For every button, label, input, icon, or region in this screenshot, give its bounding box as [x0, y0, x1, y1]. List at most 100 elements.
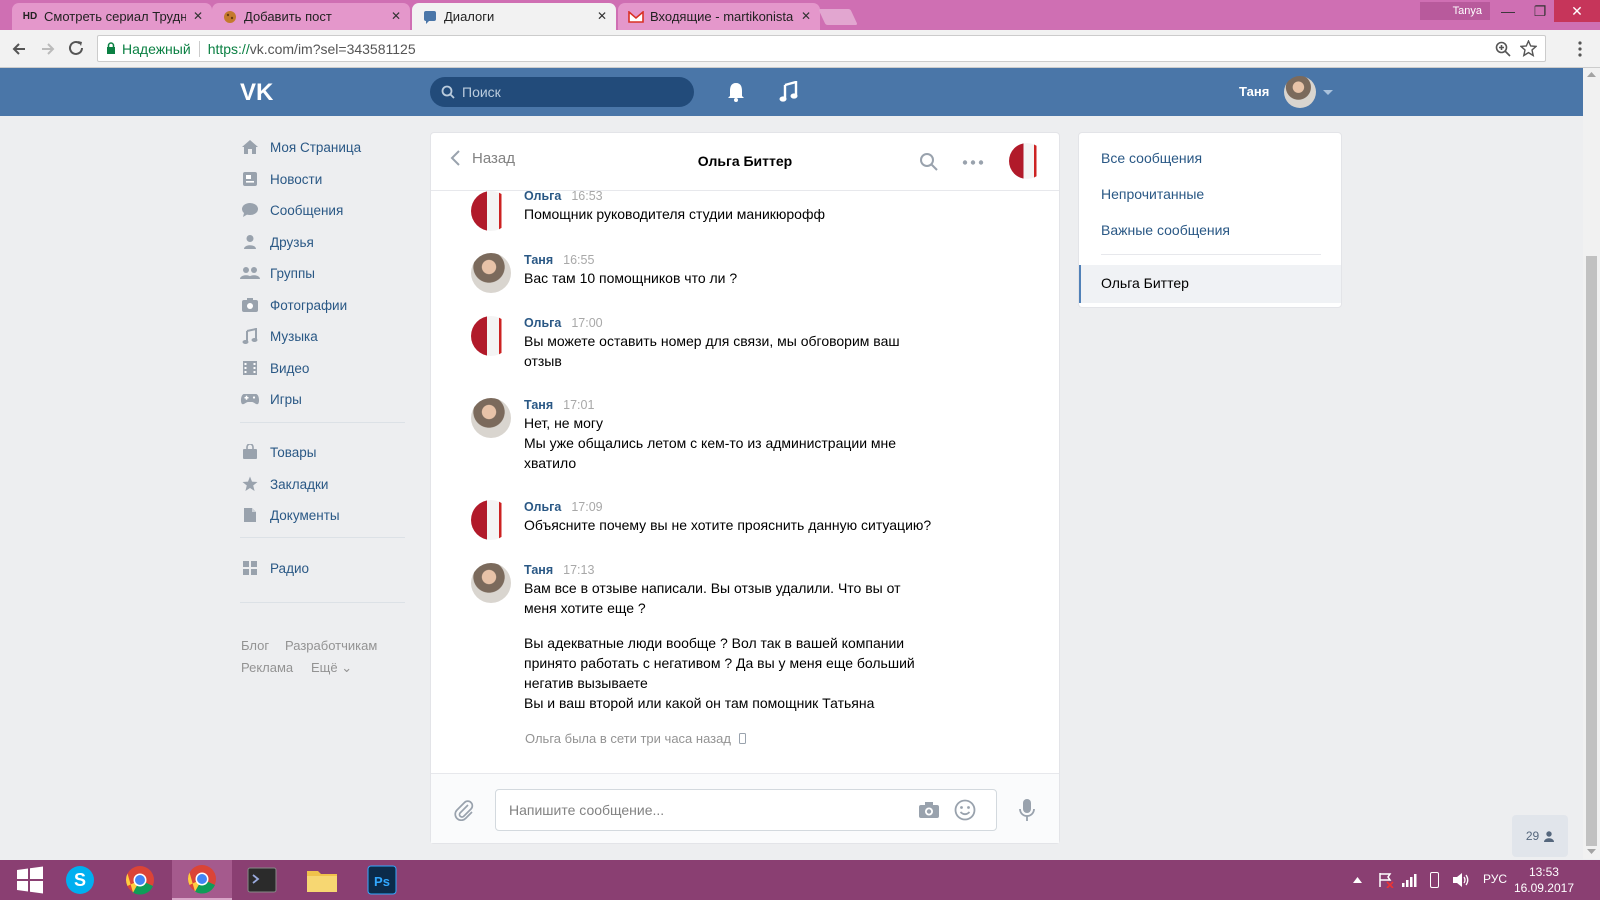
tray-expand-icon[interactable] — [1353, 877, 1362, 883]
chat-partner-avatar[interactable] — [1009, 143, 1045, 179]
message-author[interactable]: Таня — [524, 253, 553, 267]
message-avatar[interactable] — [471, 253, 511, 293]
close-window-button[interactable]: ✕ — [1554, 0, 1600, 22]
menu-item-messages[interactable]: Сообщения — [240, 196, 415, 224]
chrome-icon[interactable] — [110, 860, 170, 900]
device-phone-icon[interactable] — [1430, 872, 1439, 888]
back-arrow-icon[interactable] — [11, 41, 27, 57]
forward-arrow-icon[interactable] — [40, 41, 56, 57]
message-author[interactable]: Ольга — [524, 500, 561, 514]
message-time[interactable]: 17:09 — [571, 500, 602, 514]
input-language[interactable]: РУС — [1483, 872, 1507, 886]
message-avatar[interactable] — [471, 398, 511, 438]
header-avatar[interactable] — [1284, 76, 1316, 108]
maximize-button[interactable]: ❐ — [1524, 0, 1556, 22]
online-status: Ольга была в сети три часа назад — [525, 731, 746, 746]
footer-link-more[interactable]: Ещё ⌄ — [311, 660, 352, 676]
menu-item-photos[interactable]: Фотографии — [240, 291, 415, 319]
tab-add-post[interactable]: Добавить пост ✕ — [212, 3, 410, 30]
menu-item-friends[interactable]: Друзья — [240, 228, 415, 256]
online-friends-badge[interactable]: 29 — [1512, 815, 1568, 857]
tab-close-icon[interactable]: ✕ — [801, 9, 811, 23]
chevron-down-icon[interactable] — [1323, 90, 1333, 96]
photoshop-icon[interactable]: Ps — [352, 860, 412, 900]
skype-icon[interactable]: S — [50, 860, 110, 900]
menu-item-music[interactable]: Музыка — [240, 322, 415, 350]
active-dialog-item[interactable]: Ольга Биттер — [1079, 265, 1341, 303]
music-note-icon[interactable] — [779, 81, 799, 103]
zoom-icon[interactable] — [1495, 41, 1511, 57]
menu-item-label: Сообщения — [270, 202, 344, 218]
microphone-icon[interactable] — [1019, 798, 1035, 822]
message-time[interactable]: 17:01 — [563, 398, 594, 412]
tab-serial[interactable]: HD Смотреть сериал Трудн ✕ — [12, 3, 212, 30]
browser-menu-icon[interactable] — [1578, 41, 1582, 57]
network-signal-icon[interactable] — [1402, 873, 1418, 887]
header-user-name[interactable]: Таня — [1239, 84, 1269, 99]
message-author[interactable]: Таня — [524, 398, 553, 412]
footer-link-blog[interactable]: Блог — [241, 638, 269, 653]
volume-speaker-icon[interactable] — [1452, 872, 1470, 888]
message-author[interactable]: Таня — [524, 563, 553, 577]
tab-dialogs[interactable]: Диалоги ✕ — [412, 3, 616, 30]
filter-important[interactable]: Важные сообщения — [1101, 222, 1230, 238]
message-time[interactable]: 16:53 — [571, 189, 602, 203]
more-dots-icon[interactable] — [962, 160, 984, 165]
message-time[interactable]: 17:13 — [563, 563, 594, 577]
browser-profile-chip[interactable]: Tanya — [1420, 2, 1490, 20]
back-button[interactable]: Назад — [449, 149, 515, 167]
tab-close-icon[interactable]: ✕ — [391, 9, 401, 23]
message-avatar[interactable] — [471, 316, 511, 356]
chrome-active-icon[interactable] — [172, 860, 232, 900]
vk-logo-icon[interactable]: VK — [240, 80, 278, 102]
scrollbar-thumb[interactable] — [1586, 256, 1597, 846]
menu-item-documents[interactable]: Документы — [240, 501, 415, 529]
menu-item-my-page[interactable]: Моя Страница — [240, 133, 415, 161]
bookmark-star-icon[interactable] — [1520, 40, 1537, 57]
search-input[interactable]: Поиск — [430, 77, 694, 107]
scroll-up-arrow-icon[interactable] — [1587, 72, 1596, 77]
tab-close-icon[interactable]: ✕ — [193, 9, 203, 23]
system-clock[interactable]: 13:53 16.09.2017 — [1514, 864, 1574, 896]
menu-item-news[interactable]: Новости — [240, 165, 415, 193]
message-avatar[interactable] — [471, 191, 511, 231]
menu-item-label: Группы — [270, 265, 315, 281]
reload-icon[interactable] — [68, 40, 85, 57]
active-dialog-name: Ольга Биттер — [1101, 275, 1189, 291]
footer-link-ads[interactable]: Реклама — [241, 660, 293, 675]
page-scrollbar[interactable] — [1583, 68, 1600, 859]
scroll-down-arrow-icon[interactable] — [1587, 849, 1596, 854]
message-time[interactable]: 17:00 — [571, 316, 602, 330]
svg-text:Ps: Ps — [374, 874, 390, 889]
menu-item-groups[interactable]: Группы — [240, 259, 415, 287]
message-input[interactable]: Напишите сообщение... — [495, 789, 997, 831]
notifications-bell-icon[interactable] — [726, 81, 746, 103]
tab-gmail[interactable]: Входящие - martikonista ✕ — [618, 3, 820, 30]
message-avatar[interactable] — [471, 500, 511, 540]
message-time[interactable]: 16:55 — [563, 253, 594, 267]
menu-item-video[interactable]: Видео — [240, 354, 415, 382]
address-bar[interactable]: Надежный https://vk.com/im?sel=343581125 — [97, 35, 1546, 62]
filter-all-messages[interactable]: Все сообщения — [1101, 150, 1202, 166]
message-author[interactable]: Ольга — [524, 189, 561, 203]
minimize-button[interactable]: — — [1492, 0, 1524, 22]
search-icon[interactable] — [919, 152, 939, 172]
terminal-icon[interactable] — [232, 860, 292, 900]
menu-item-radio[interactable]: Радио — [240, 554, 415, 582]
filter-unread[interactable]: Непрочитанные — [1101, 186, 1204, 202]
message-composer: Напишите сообщение... — [431, 773, 1059, 843]
menu-item-goods[interactable]: Товары — [240, 438, 415, 466]
message-author[interactable]: Ольга — [524, 316, 561, 330]
menu-item-bookmarks[interactable]: Закладки — [240, 470, 415, 498]
camera-icon[interactable] — [918, 801, 940, 819]
music-icon — [240, 328, 260, 344]
attach-paperclip-icon[interactable] — [453, 799, 475, 821]
menu-item-games[interactable]: Игры — [240, 385, 415, 413]
new-tab-button[interactable] — [818, 9, 858, 25]
action-center-flag-icon[interactable] — [1378, 872, 1394, 888]
folder-icon[interactable] — [292, 860, 352, 900]
footer-link-developers[interactable]: Разработчикам — [285, 638, 377, 653]
emoji-smile-icon[interactable] — [954, 799, 976, 821]
message-avatar[interactable] — [471, 563, 511, 603]
tab-close-icon[interactable]: ✕ — [597, 9, 607, 23]
